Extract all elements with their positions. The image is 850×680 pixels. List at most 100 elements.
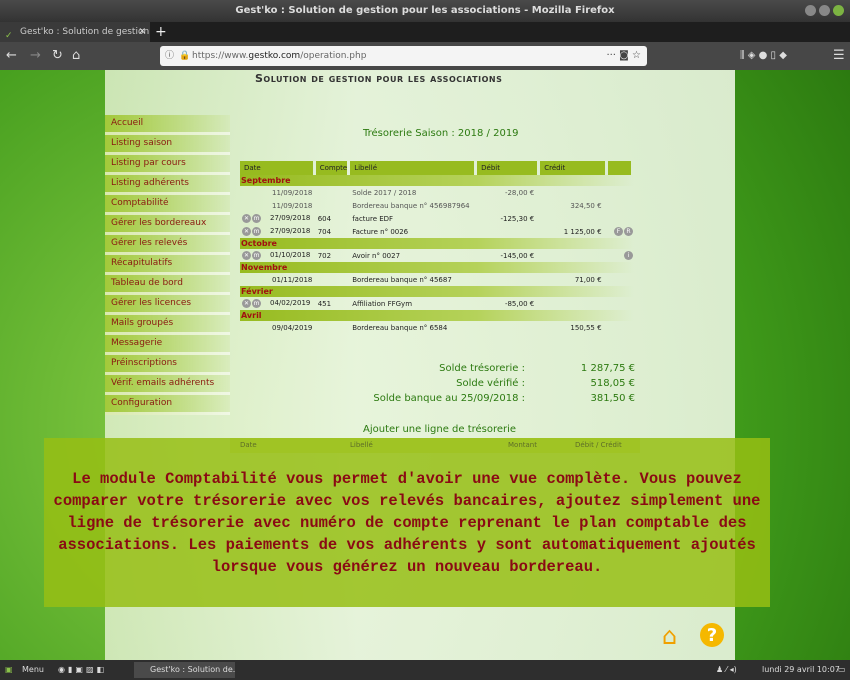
url-domain: gestko.com [248, 51, 301, 61]
sidebar-item[interactable]: Tableau de bord [105, 275, 230, 295]
sidebar-item[interactable]: Préinscriptions [105, 355, 230, 375]
tags-cell [608, 212, 634, 225]
column-header[interactable]: Débit [477, 161, 540, 175]
date: 11/09/2018 [272, 201, 313, 210]
column-header[interactable] [607, 161, 634, 175]
sidebar-item[interactable]: Gérer les relevés [105, 235, 230, 255]
sidebar-menu: Accueil Listing saison Listing par cours Li… [105, 115, 230, 415]
modify-icon[interactable]: m [252, 299, 261, 308]
date-cell: 09/04/2019 [240, 321, 316, 334]
sidebar-item[interactable]: Listing saison [105, 135, 230, 155]
browser-tab[interactable]: ✓ Gest'ko : Solution de gestion p ✕ [0, 22, 150, 42]
treasury-table: Date Compte Libellé Débit Crédit Septembre 11/… [240, 161, 634, 334]
taskbar: ▣ Menu ◉▮▣▨◧ Gest'ko : Solution de... ♟ … [0, 660, 850, 680]
date-cell: ✕ m 27/09/2018 [240, 212, 316, 225]
maximize-button[interactable] [819, 5, 830, 16]
add-col-libelle: Libellé [350, 441, 373, 449]
debit-cell: -28,00 € [504, 188, 535, 197]
tags-cell [608, 273, 634, 286]
sidebar-item[interactable]: Configuration [105, 395, 230, 415]
summary-label: Solde banque au 25/09/2018 : [373, 393, 525, 404]
column-header[interactable]: Libellé [350, 161, 477, 175]
back-icon[interactable]: ← [6, 47, 17, 65]
compte-cell: 704 [317, 227, 332, 236]
sidebar-item[interactable]: Accueil [105, 115, 230, 135]
modify-icon[interactable]: m [252, 227, 261, 236]
show-desktop-icon[interactable]: ▭ [838, 660, 846, 680]
credit-cell: 1 125,00 € [563, 227, 602, 236]
url-bar[interactable]: ⓘ 🔒 https://www.gestko.com/operation.php ··… [160, 46, 647, 66]
table-row: ✕ m 01/10/2018 702 Avoir n° 0027 -145,00 € i [240, 249, 634, 262]
compte-cell [316, 273, 350, 286]
tags-cell: i [608, 249, 634, 262]
sidebar-item[interactable]: Listing par cours [105, 155, 230, 175]
date: 09/04/2019 [272, 323, 313, 332]
tag-F-icon[interactable]: F [614, 227, 623, 236]
compte-cell [316, 321, 350, 334]
summary-value: 1 287,75 € [580, 363, 635, 374]
delete-icon[interactable]: ✕ [242, 214, 251, 223]
column-header[interactable]: Compte [315, 161, 350, 175]
delete-icon[interactable]: ✕ [242, 251, 251, 260]
debit-cell [477, 273, 540, 286]
date-cell: 01/11/2018 [240, 273, 316, 286]
sidebar-item[interactable]: Listing adhérents [105, 175, 230, 195]
modify-icon[interactable]: m [252, 214, 261, 223]
column-header[interactable]: Crédit [540, 161, 607, 175]
tags-cell: FR [608, 225, 634, 238]
toolbar-icons[interactable]: ⫼ ◈ ● ▯ ◆ [740, 47, 787, 65]
debit-cell [477, 225, 540, 238]
minimize-button[interactable] [805, 5, 816, 16]
page-actions-icons[interactable]: ··· ◙ ☆ [606, 46, 641, 66]
help-icon[interactable]: ? [700, 623, 724, 647]
month-label: Février [240, 286, 634, 297]
hamburger-menu-icon[interactable]: ☰ [833, 47, 845, 65]
sidebar-item[interactable]: Gérer les licences [105, 295, 230, 315]
credit-cell [540, 212, 607, 225]
taskbar-window-title: Gest'ko : Solution de... [150, 665, 235, 674]
taskbar-window-button[interactable]: Gest'ko : Solution de... [134, 662, 235, 678]
month-label: Septembre [240, 175, 634, 186]
mint-menu-icon[interactable]: ▣ [5, 660, 13, 680]
url-prefix: https://www. [192, 51, 249, 61]
month-row: Novembre [240, 262, 634, 273]
compte-cell: 702 [317, 251, 332, 260]
tag-R-icon[interactable]: R [624, 227, 633, 236]
sidebar-item[interactable]: Comptabilité [105, 195, 230, 215]
table-row: 11/09/2018 Bordereau banque n° 456987964 3… [240, 199, 634, 212]
debit-cell [477, 321, 540, 334]
delete-icon[interactable]: ✕ [242, 299, 251, 308]
menu-button[interactable]: Menu [22, 660, 44, 680]
sidebar-item[interactable]: Messagerie [105, 335, 230, 355]
forward-icon[interactable]: → [30, 47, 41, 65]
reload-icon[interactable]: ↻ [52, 47, 63, 65]
sidebar-item[interactable]: Récapitulatifs [105, 255, 230, 275]
close-tab-icon[interactable]: ✕ [138, 22, 146, 42]
favicon-icon: ✓ [5, 31, 13, 41]
summary-row: Solde trésorerie : 1 287,75 € [330, 363, 635, 378]
delete-icon[interactable]: ✕ [242, 227, 251, 236]
table-row: ✕ m 27/09/2018 704 Facture n° 0026 1 125,00 €… [240, 225, 634, 238]
new-tab-button[interactable]: + [155, 22, 167, 42]
window-title: Gest'ko : Solution de gestion pour les a… [235, 5, 615, 16]
tag-i-icon[interactable]: i [624, 251, 633, 260]
home-button-icon[interactable]: ⌂ [662, 623, 677, 649]
tags-cell [608, 297, 634, 310]
compte-cell [316, 186, 350, 199]
info-icon[interactable]: ⓘ [165, 46, 174, 66]
launcher-icons[interactable]: ◉▮▣▨◧ [58, 660, 107, 680]
debit-cell: -145,00 € [500, 251, 535, 260]
sidebar-item[interactable]: Gérer les bordereaux [105, 215, 230, 235]
close-button[interactable] [833, 5, 844, 16]
sidebar-item[interactable]: Vérif. emails adhérents [105, 375, 230, 395]
credit-cell [540, 186, 607, 199]
tray-icons[interactable]: ♟ ⁄ ◂) [716, 660, 737, 680]
date: 04/02/2019 [270, 299, 311, 307]
libelle-cell: Bordereau banque n° 456987964 [352, 201, 470, 210]
libelle-cell: Avoir n° 0027 [352, 251, 401, 260]
home-icon[interactable]: ⌂ [72, 47, 80, 65]
modify-icon[interactable]: m [252, 251, 261, 260]
column-header[interactable]: Date [240, 161, 316, 175]
libelle-cell: Bordereau banque n° 6584 [352, 323, 448, 332]
sidebar-item[interactable]: Mails groupés [105, 315, 230, 335]
